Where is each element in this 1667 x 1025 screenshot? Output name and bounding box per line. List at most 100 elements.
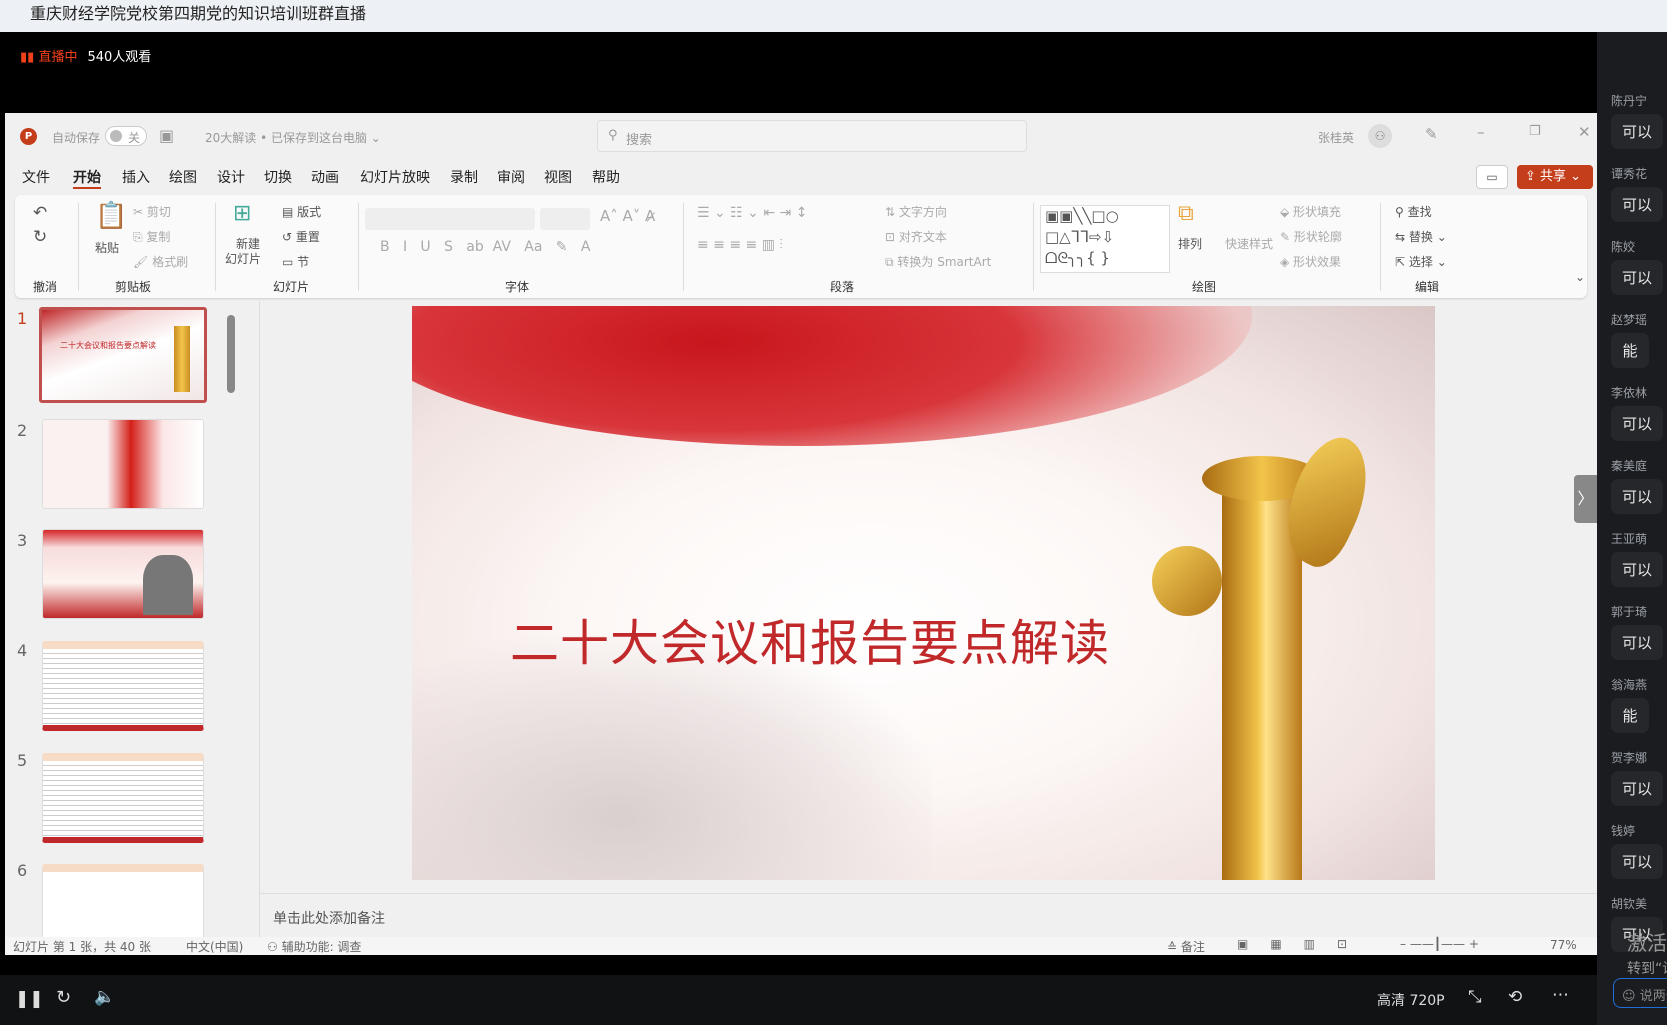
tab-insert[interactable]: 插入 [122, 167, 150, 187]
redo-button[interactable]: ↻ [33, 227, 47, 247]
rotate-button[interactable]: ⟲ [1508, 987, 1522, 1007]
notes-toggle[interactable]: ≙ 备注 [1167, 938, 1205, 955]
close-button[interactable]: ✕ [1578, 123, 1591, 141]
chat-sender: 陈丹宁 [1611, 94, 1648, 108]
thumbnail-scrollbar[interactable] [227, 315, 235, 393]
emoji-icon[interactable]: ☺ [1622, 989, 1636, 1004]
shape-fill-button[interactable]: ⬙ 形状填充 [1280, 203, 1341, 220]
tab-draw[interactable]: 绘图 [169, 167, 197, 187]
slide-title[interactable]: 二十大会议和报告要点解读 [510, 604, 1110, 675]
language[interactable]: 中文(中国) [186, 938, 243, 955]
avatar[interactable]: ⚇ [1368, 124, 1392, 148]
arrange-button[interactable]: 排列 [1178, 235, 1202, 252]
fullscreen-button[interactable]: ⤡ [1468, 987, 1482, 1007]
arrange-icon[interactable]: ⧉ [1178, 201, 1194, 226]
slide-thumbnail-3[interactable] [42, 529, 204, 619]
accessibility-status[interactable]: ⚇ 辅助功能: 调查 [267, 938, 361, 955]
section-button[interactable]: ▭ 节 [282, 253, 309, 270]
collapse-ribbon-icon[interactable]: ⌄ [1575, 270, 1585, 284]
slide-number: 1 [17, 309, 28, 328]
copy-button[interactable]: ⎘ 复制 [133, 228, 170, 245]
tab-view[interactable]: 视图 [544, 167, 572, 187]
shape-effects-button[interactable]: ◈ 形状效果 [1280, 253, 1341, 270]
font-size-controls[interactable]: A˄ A˅ A̷ [600, 207, 655, 225]
document-title[interactable]: 20大解读 • 已保存到这台电脑 ⌄ [205, 129, 381, 146]
font-size-select[interactable] [540, 208, 590, 230]
shape-outline-button[interactable]: ✎ 形状轮廓 [1280, 228, 1342, 245]
chat-message: 谭秀花 可以 [1611, 165, 1663, 222]
restore-button[interactable]: ❐ [1529, 124, 1541, 139]
user-name[interactable]: 张桂英 [1318, 129, 1354, 146]
share-button[interactable]: ⇪ 共享 ⌄ [1517, 165, 1593, 189]
slide-number: 6 [17, 861, 28, 880]
slide-thumbnail-5[interactable] [42, 753, 204, 843]
find-button[interactable]: ⚲ 查找 [1395, 203, 1432, 220]
tab-review[interactable]: 审阅 [497, 167, 525, 187]
slide-thumbnail-4[interactable] [42, 641, 204, 731]
chat-input[interactable]: ☺ 说两句 [1613, 978, 1667, 1008]
live-badge: ▮▮ 直播中 [20, 50, 78, 65]
more-button[interactable]: ⋯ [1552, 985, 1569, 1005]
shapes-gallery[interactable]: ▣▣╲╲□○ □△ᒣᒣ⇨⇩ ᗝᘓ╮╮{ } [1040, 205, 1170, 273]
zoom-level[interactable]: 77% [1550, 938, 1577, 952]
pen-icon[interactable]: ✎ [1425, 125, 1438, 143]
slide-thumbnail-1[interactable]: 二十大会议和报告要点解读 [39, 307, 207, 403]
pause-button[interactable]: ❚❚ [15, 989, 44, 1009]
new-slide-label[interactable]: 幻灯片 [225, 250, 261, 267]
quick-styles-button[interactable]: 快速样式 [1225, 235, 1273, 252]
font-format-buttons[interactable]: B I U S ab AV Aa ✎ A [380, 239, 590, 255]
tab-transitions[interactable]: 切换 [264, 167, 292, 187]
text-direction-button[interactable]: ⇅ 文字方向 [885, 203, 947, 220]
new-slide-icon[interactable]: ⊞ [233, 201, 251, 226]
slide-number: 5 [17, 751, 28, 770]
format-painter-button[interactable]: 🖌 格式刷 [133, 253, 188, 270]
chat-bubble: 可以 [1611, 844, 1663, 879]
reset-button[interactable]: ↺ 重置 [282, 228, 320, 245]
tab-design[interactable]: 设计 [217, 167, 245, 187]
chat-sender: 钱婷 [1611, 824, 1636, 838]
list-buttons[interactable]: ☰ ⌄ ☷ ⌄ ⇤ ⇥ ↕ [697, 205, 807, 221]
chat-message: 贺李娜 可以 [1611, 749, 1663, 806]
cut-button[interactable]: ✂ 剪切 [133, 203, 171, 220]
align-buttons[interactable]: ≡ ≡ ≡ ≡ ▥ ⫶ [697, 237, 783, 253]
chat-sender: 郭于琦 [1611, 605, 1648, 619]
tab-help[interactable]: 帮助 [592, 167, 620, 187]
refresh-button[interactable]: ↻ [56, 987, 71, 1008]
font-name-select[interactable] [365, 208, 535, 230]
tab-home[interactable]: 开始 [73, 167, 101, 189]
paste-icon[interactable]: 📋 [95, 201, 127, 231]
chat-sender: 王亚萌 [1611, 532, 1648, 546]
chat-bubble: 可以 [1611, 479, 1663, 514]
align-text-button[interactable]: ⊡ 对齐文本 [885, 228, 947, 245]
notes-area[interactable]: 单击此处添加备注 [260, 893, 1597, 937]
quality-select[interactable]: 高清 720P [1377, 990, 1445, 1010]
search-input[interactable]: ⚲ 搜索 [597, 120, 1027, 152]
chat-bubble: 可以 [1611, 114, 1663, 149]
stream-title: 重庆财经学院党校第四期党的知识培训班群直播 [0, 0, 1667, 32]
tab-record[interactable]: 录制 [450, 167, 478, 187]
chat-bubble: 可以 [1611, 260, 1663, 295]
editing-group-label: 编辑 [1415, 280, 1440, 294]
save-icon[interactable]: ▣ [159, 126, 174, 145]
layout-button[interactable]: ▤ 版式 [282, 203, 321, 220]
slide-thumbnail-2[interactable] [42, 419, 204, 509]
paste-button[interactable]: 粘贴 [95, 239, 119, 256]
view-buttons[interactable]: ▣▦▥⊡ [1237, 937, 1369, 951]
tab-slideshow[interactable]: 幻灯片放映 [360, 167, 430, 187]
chat-sender: 谭秀花 [1611, 167, 1648, 181]
comments-button[interactable]: ▭ [1476, 165, 1508, 189]
expand-pane-button[interactable]: 〉 [1574, 475, 1597, 523]
tab-animations[interactable]: 动画 [311, 167, 339, 187]
select-button[interactable]: ⇱ 选择 ⌄ [1395, 253, 1447, 270]
chat-message: 陈姣 可以 [1611, 238, 1663, 295]
undo-button[interactable]: ↶ [33, 203, 47, 223]
zoom-slider[interactable]: – ——┃—— + [1400, 937, 1479, 951]
minimize-button[interactable]: – [1477, 123, 1485, 141]
slide-canvas[interactable]: 二十大会议和报告要点解读 [412, 306, 1435, 880]
replace-button[interactable]: ⇆ 替换 ⌄ [1395, 228, 1447, 245]
autosave-toggle[interactable]: 关 [105, 126, 147, 146]
smartart-button[interactable]: ⧉ 转换为 SmartArt [885, 253, 991, 270]
tab-file[interactable]: 文件 [22, 167, 50, 187]
volume-button[interactable]: 🔈 [94, 987, 115, 1007]
chat-sender: 赵梦瑶 [1611, 313, 1648, 327]
